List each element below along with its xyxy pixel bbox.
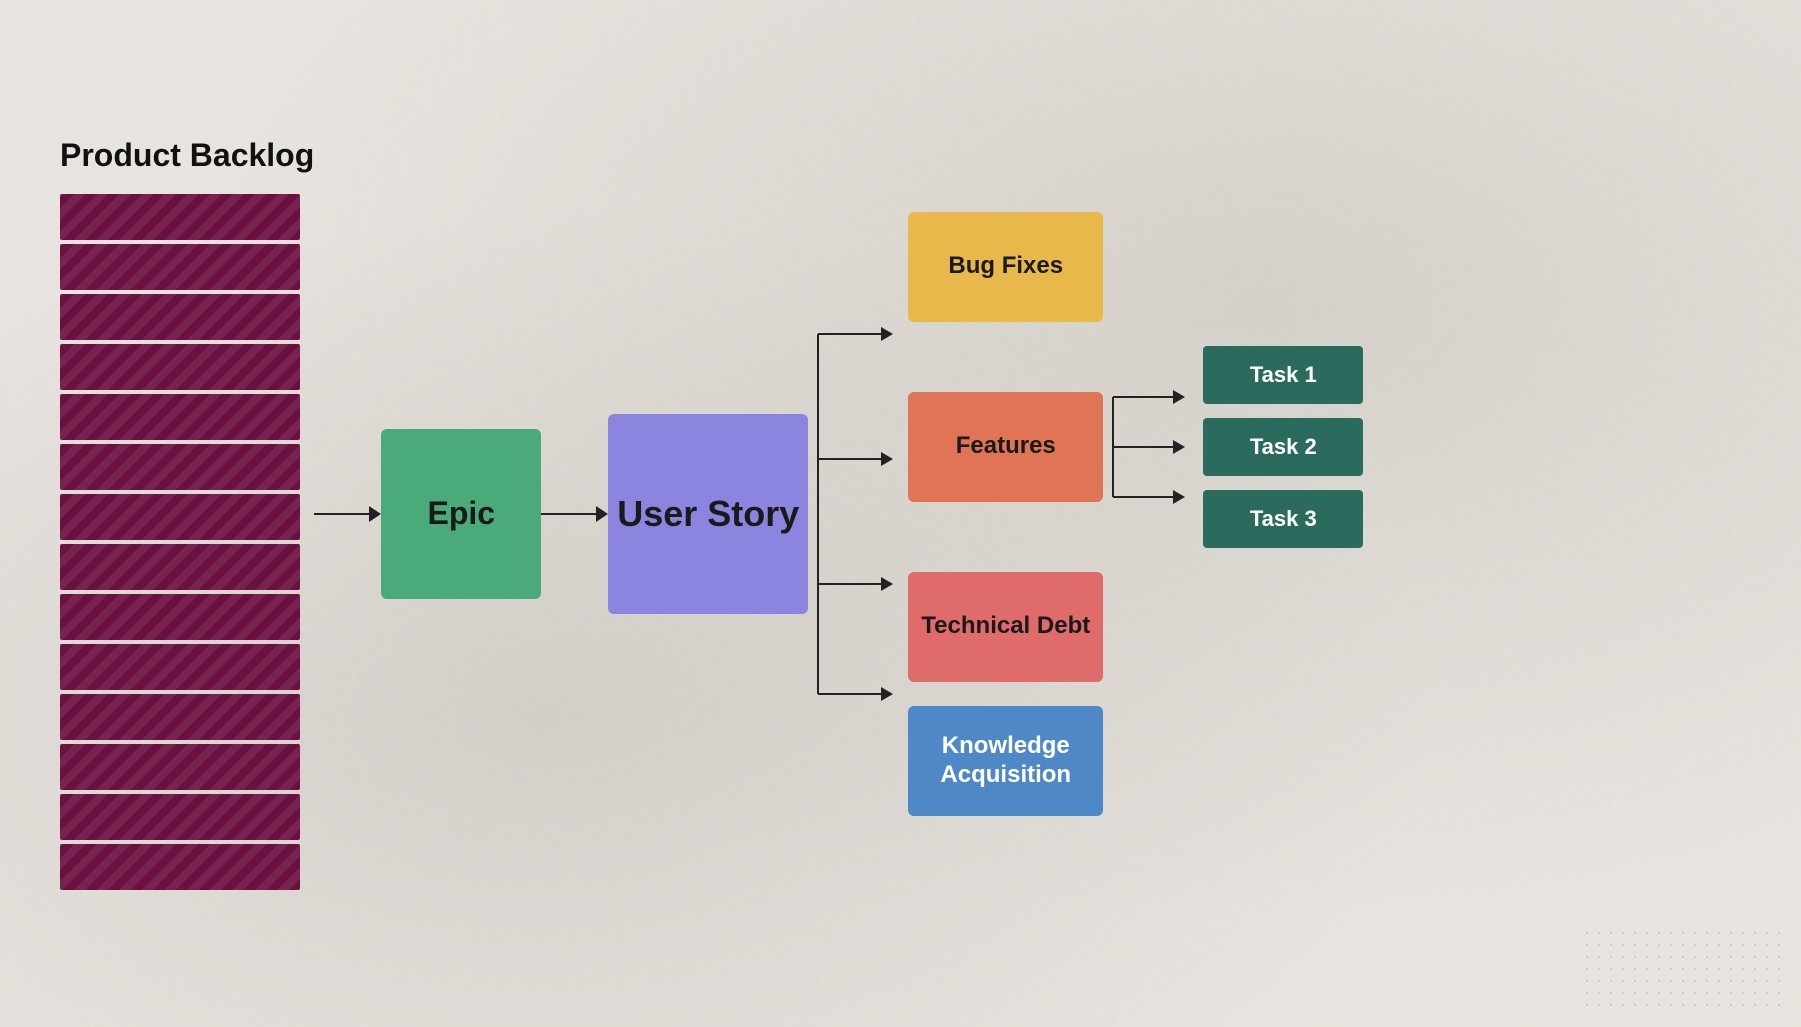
backlog-bar	[60, 294, 300, 340]
backlog-bar	[60, 744, 300, 790]
bug-fixes-label: Bug Fixes	[948, 252, 1063, 281]
epic-label: Epic	[427, 495, 495, 532]
epic-box: Epic	[381, 429, 541, 599]
arrow-backlog-to-epic	[314, 506, 381, 522]
arrow-head	[369, 506, 381, 522]
arrow-epic-to-story	[541, 506, 608, 522]
user-story-label: User Story	[617, 492, 799, 535]
backlog-section: Product Backlog	[60, 137, 314, 890]
backlog-bar	[60, 344, 300, 390]
arrow-line	[541, 513, 596, 515]
backlog-bar	[60, 494, 300, 540]
backlog-bar	[60, 444, 300, 490]
backlog-title: Product Backlog	[60, 137, 314, 174]
task-box-2: Task 2	[1203, 418, 1363, 476]
task-box-3: Task 3	[1203, 490, 1363, 548]
arrow-line	[314, 513, 369, 515]
backlog-bar	[60, 844, 300, 890]
branch-svg-types	[808, 274, 908, 754]
type-box-features: Features	[908, 392, 1103, 502]
types-column: Bug Fixes Features	[908, 212, 1363, 816]
task-1-label: Task 1	[1250, 362, 1317, 388]
backlog-bar	[60, 644, 300, 690]
backlog-bar	[60, 594, 300, 640]
features-row: Features Task 1	[908, 346, 1363, 548]
backlog-bar	[60, 194, 300, 240]
diagram-container: Product Backlog Epic Use	[0, 0, 1801, 1027]
type-box-knowledge: Knowledge Acquisition	[908, 706, 1103, 816]
backlog-bar	[60, 694, 300, 740]
knowledge-label: Knowledge Acquisition	[908, 732, 1103, 790]
user-story-box: User Story	[608, 414, 808, 614]
backlog-stack	[60, 194, 300, 890]
task-box-1: Task 1	[1203, 346, 1363, 404]
backlog-bar	[60, 544, 300, 590]
type-box-tech-debt: Technical Debt	[908, 572, 1103, 682]
tasks-column: Task 1 Task 2 Task 3	[1203, 346, 1363, 548]
task-3-label: Task 3	[1250, 506, 1317, 532]
tech-debt-label: Technical Debt	[921, 612, 1090, 641]
task-2-label: Task 2	[1250, 434, 1317, 460]
branch-svg-tasks	[1103, 367, 1203, 527]
backlog-bar	[60, 394, 300, 440]
features-label: Features	[956, 432, 1056, 461]
backlog-bar	[60, 794, 300, 840]
backlog-bar	[60, 244, 300, 290]
type-box-bug-fixes: Bug Fixes	[908, 212, 1103, 322]
arrow-head	[596, 506, 608, 522]
